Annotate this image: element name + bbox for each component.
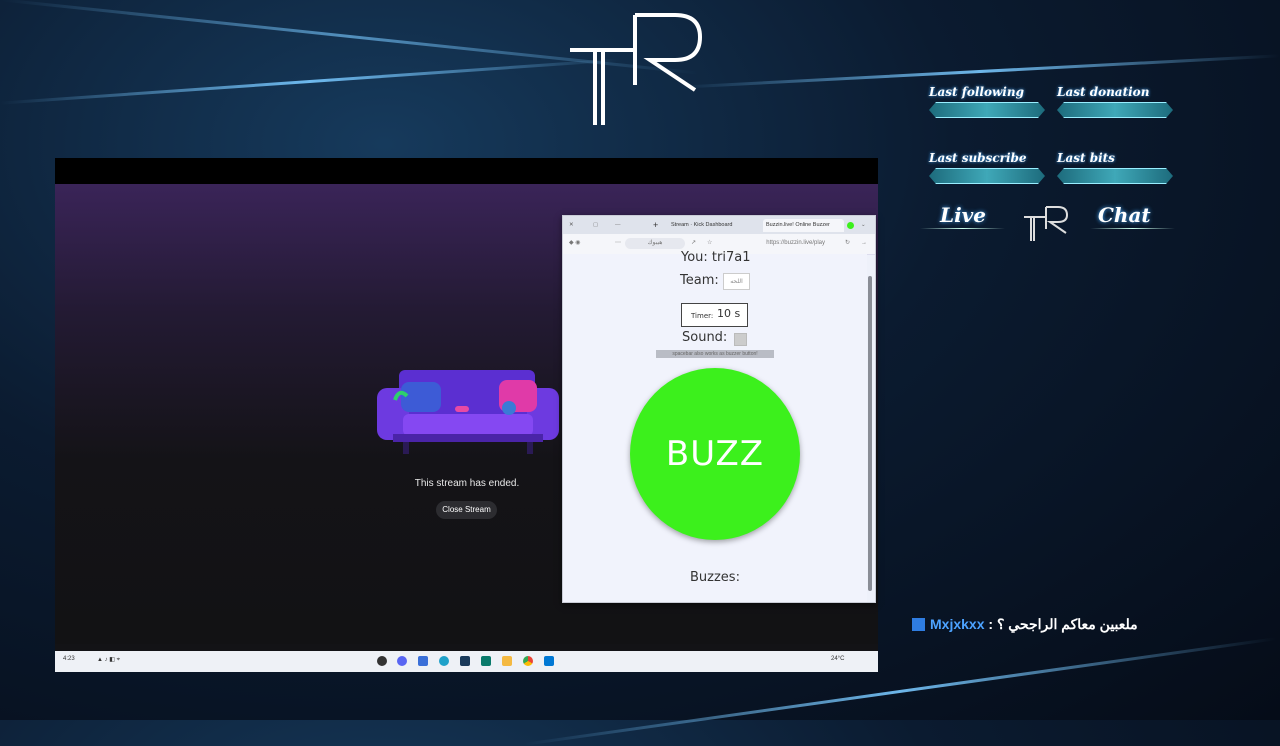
buzzin-page: You: tri7a1 Team: اللحه Timer: 10 s Soun… [563,250,867,602]
last-bits-bar [1057,168,1173,184]
chrome-icon[interactable] [523,656,533,666]
couch-illustration [377,370,559,454]
close-stream-button[interactable]: Close Stream [436,501,497,519]
windows-taskbar: 4:23 ▲ ♪ ◧ ⌖ 24°C [55,651,878,672]
last-following-bar [929,102,1045,118]
share-icon[interactable]: ↗ [691,238,701,249]
edge-icon[interactable] [439,656,449,666]
chat-separator: : [984,616,997,632]
app-icon[interactable] [481,656,491,666]
chat-text: ملعبين معاكم الراجحي ؟ [996,616,1138,632]
chat-underline [1090,228,1175,229]
last-following-label: Last following [929,85,1024,99]
live-label: Live [940,203,987,227]
last-donation-widget: Last donation [1057,85,1173,118]
you-label: You: tri7a1 [681,250,751,265]
buzzes-label: Buzzes: [690,570,740,585]
tr-small-logo [1024,206,1069,241]
close-window-icon[interactable]: ✕ [569,219,574,232]
timer-value: 10 s [717,307,741,320]
tab-menu-icon[interactable]: ⌄ [861,219,866,232]
timer-input[interactable]: Timer: 10 s [681,303,748,327]
minimize-icon[interactable]: — [615,219,621,232]
last-subscribe-bar [929,168,1045,184]
tab-kick-dashboard[interactable]: Stream · Kick Dashboard [671,219,749,232]
url-field[interactable]: https://buzzin.live/play [751,238,825,249]
last-subscribe-widget: Last subscribe [929,151,1045,184]
sound-label: Sound: [682,330,728,345]
last-following-widget: Last following [929,85,1045,118]
buzz-button[interactable]: BUZZ [630,368,800,540]
last-bits-widget: Last bits [1057,151,1173,184]
profile-chip[interactable]: هيبوك [625,238,685,249]
team-select[interactable]: اللحه [723,273,750,290]
chat-label: Chat [1098,203,1151,227]
mail-icon[interactable] [418,656,428,666]
favorite-star-icon[interactable]: ☆ [707,238,717,249]
buzzin-favicon [847,222,854,229]
chat-badge-icon [912,618,925,631]
team-label: Team: [680,273,719,288]
last-donation-bar [1057,102,1173,118]
browser-window: ✕ ▢ — + Stream · Kick Dashboard Buzzin.l… [562,215,876,603]
chat-message: Mxjxkxx : ملعبين معاكم الراجحي ؟ [912,616,1138,633]
page-scrollbar[interactable] [868,276,872,591]
forward-icon[interactable]: → [861,238,871,249]
tab-bar: ✕ ▢ — + Stream · Kick Dashboard Buzzin.l… [563,216,875,234]
spacebar-hint: spacebar also works as buzzer button! [656,350,774,358]
refresh-icon[interactable]: ↻ [845,238,855,249]
system-tray-icons[interactable]: ▲ ♪ ◧ ⌖ [97,656,120,664]
start-icon[interactable] [377,656,387,666]
clock-text: 4:23 [63,656,75,662]
windows-store-icon[interactable] [544,656,554,666]
last-subscribe-label: Last subscribe [929,151,1027,165]
file-explorer-icon[interactable] [502,656,512,666]
last-donation-label: Last donation [1057,85,1150,99]
new-tab-icon[interactable]: + [653,219,658,232]
capture-top-bar [55,158,878,184]
sound-checkbox[interactable] [734,333,747,346]
light-streak [0,58,620,105]
last-bits-label: Last bits [1057,151,1115,165]
stream-ended-text: This stream has ended. [414,478,520,489]
restore-icon[interactable]: ▢ [593,219,598,232]
timer-label: Timer: [691,312,714,320]
chat-username: Mxjxkxx [930,616,985,632]
live-underline [920,228,1005,229]
light-streak [680,54,1280,89]
weather-text: 24°C [831,656,845,662]
copilot-icon[interactable]: ◆ ◉ [569,238,609,249]
tr-logo [570,13,703,125]
discord-icon[interactable] [397,656,407,666]
tab-buzzin[interactable]: Buzzin.live! Online Buzzer [763,219,844,232]
terminal-icon[interactable] [460,656,470,666]
